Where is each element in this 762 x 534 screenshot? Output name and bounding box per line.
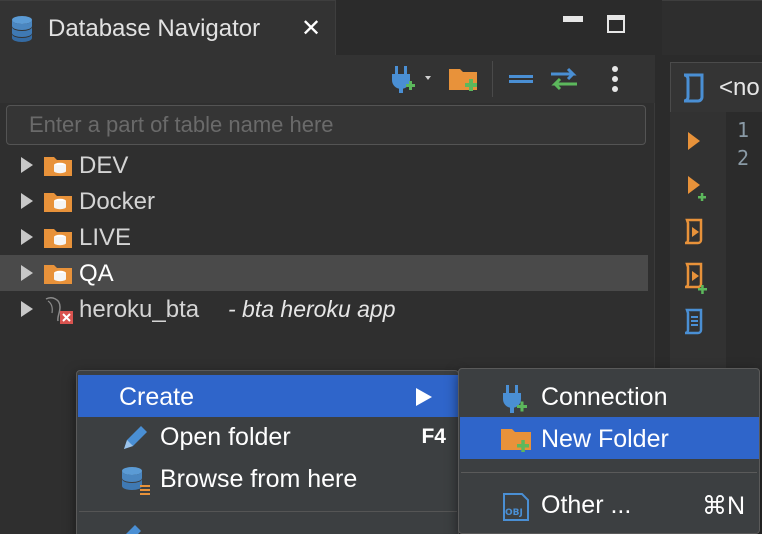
toolbar-separator: [492, 61, 493, 97]
menu-separator: [461, 472, 757, 473]
connection-description: - bta heroku app: [228, 296, 396, 322]
tab-title: Database Navigator: [48, 15, 261, 42]
submenu-item-new-folder[interactable]: New Folder: [460, 417, 759, 459]
tree-item-label: Docker: [79, 188, 156, 215]
editor-tabstrip: [662, 0, 762, 55]
menu-item-create[interactable]: Create: [78, 375, 458, 417]
execute-statement-icon[interactable]: [686, 130, 702, 157]
tree-item-qa[interactable]: QA: [0, 255, 648, 291]
context-menu: Create Open folder F4 Browse from here: [76, 370, 459, 534]
create-submenu: Connection New Folder OBJ Other ... ⌘N: [458, 368, 760, 534]
sync-arrows-icon: [551, 67, 577, 91]
menu-item-browse-from-here[interactable]: Browse from here: [78, 457, 458, 499]
plug-add-icon: [500, 383, 530, 420]
database-folder-icon: [43, 227, 73, 254]
minimize-button[interactable]: [563, 16, 583, 22]
menu-item-label: Browse from here: [160, 465, 358, 493]
obj-icon: OBJ: [500, 491, 532, 528]
tree-item-dev[interactable]: DEV: [0, 147, 648, 183]
database-folder-icon: [43, 191, 73, 218]
submenu-item-label: Connection: [541, 383, 668, 411]
plug-add-icon: [392, 66, 431, 93]
panel-tabstrip: Database Navigator ✕: [0, 0, 655, 55]
tree-item-label: heroku_bta: [79, 296, 200, 323]
database-folder-icon: [43, 155, 73, 182]
submenu-item-connection[interactable]: Connection: [460, 375, 759, 417]
submenu-item-label: Other ...: [541, 491, 632, 519]
more-vertical-icon: [612, 66, 618, 92]
database-folder-icon: [43, 263, 73, 290]
submenu-item-label: New Folder: [541, 425, 669, 453]
new-folder-button[interactable]: [446, 63, 482, 95]
expand-arrow-icon[interactable]: [21, 157, 33, 173]
pencil-icon: [120, 423, 150, 458]
tab-database-navigator[interactable]: Database Navigator ✕: [0, 0, 336, 55]
folder-add-icon: [500, 425, 534, 460]
collapse-all-icon: [509, 75, 533, 83]
expand-arrow-icon[interactable]: [21, 265, 33, 281]
execute-new-tab-icon[interactable]: [686, 174, 710, 209]
expand-arrow-icon[interactable]: [21, 301, 33, 317]
execute-script-new-tab-icon[interactable]: [682, 262, 710, 301]
tree-item-label: DEV: [79, 152, 129, 179]
sql-script-icon: [680, 72, 706, 109]
new-connection-button[interactable]: [388, 63, 436, 95]
tree-item-docker[interactable]: Docker: [0, 183, 648, 219]
tree-item-label: QA: [79, 260, 114, 287]
navigator-toolbar: [0, 55, 655, 103]
execute-script-icon[interactable]: [682, 218, 708, 255]
tree-item-live[interactable]: LIVE: [0, 219, 648, 255]
menu-item-open-folder[interactable]: Open folder F4: [78, 415, 458, 457]
svg-text:OBJ: OBJ: [505, 508, 523, 518]
tools-icon: [117, 521, 177, 534]
close-icon[interactable]: ✕: [298, 16, 324, 42]
expand-arrow-icon[interactable]: [21, 229, 33, 245]
postgres-connection-icon: [42, 295, 76, 330]
view-menu-button[interactable]: [603, 63, 627, 95]
line-number: 2: [737, 146, 750, 170]
maximize-button[interactable]: [607, 15, 625, 33]
table-filter-input[interactable]: [6, 105, 646, 145]
database-icon: [9, 14, 39, 49]
link-with-editor-button[interactable]: [546, 63, 582, 95]
tree-item-heroku-bta[interactable]: heroku_bta - bta heroku app: [0, 291, 648, 327]
menu-item-accelerator: F4: [421, 425, 446, 448]
explain-plan-icon[interactable]: [682, 308, 708, 345]
submenu-arrow-icon: [416, 388, 432, 406]
submenu-item-other[interactable]: OBJ Other ... ⌘N: [460, 483, 759, 525]
line-number: 1: [737, 118, 750, 142]
tree-item-label: LIVE: [79, 224, 132, 251]
database-browse-icon: [120, 465, 152, 502]
expand-arrow-icon[interactable]: [21, 193, 33, 209]
collapse-all-button[interactable]: [506, 63, 536, 95]
submenu-item-accelerator: ⌘N: [701, 492, 745, 520]
menu-separator: [79, 511, 457, 512]
folder-add-icon: [449, 69, 477, 91]
menu-item-label: Open folder: [160, 423, 291, 451]
editor-tab-label: <no: [719, 74, 760, 101]
menu-item-label: Create: [119, 383, 195, 411]
